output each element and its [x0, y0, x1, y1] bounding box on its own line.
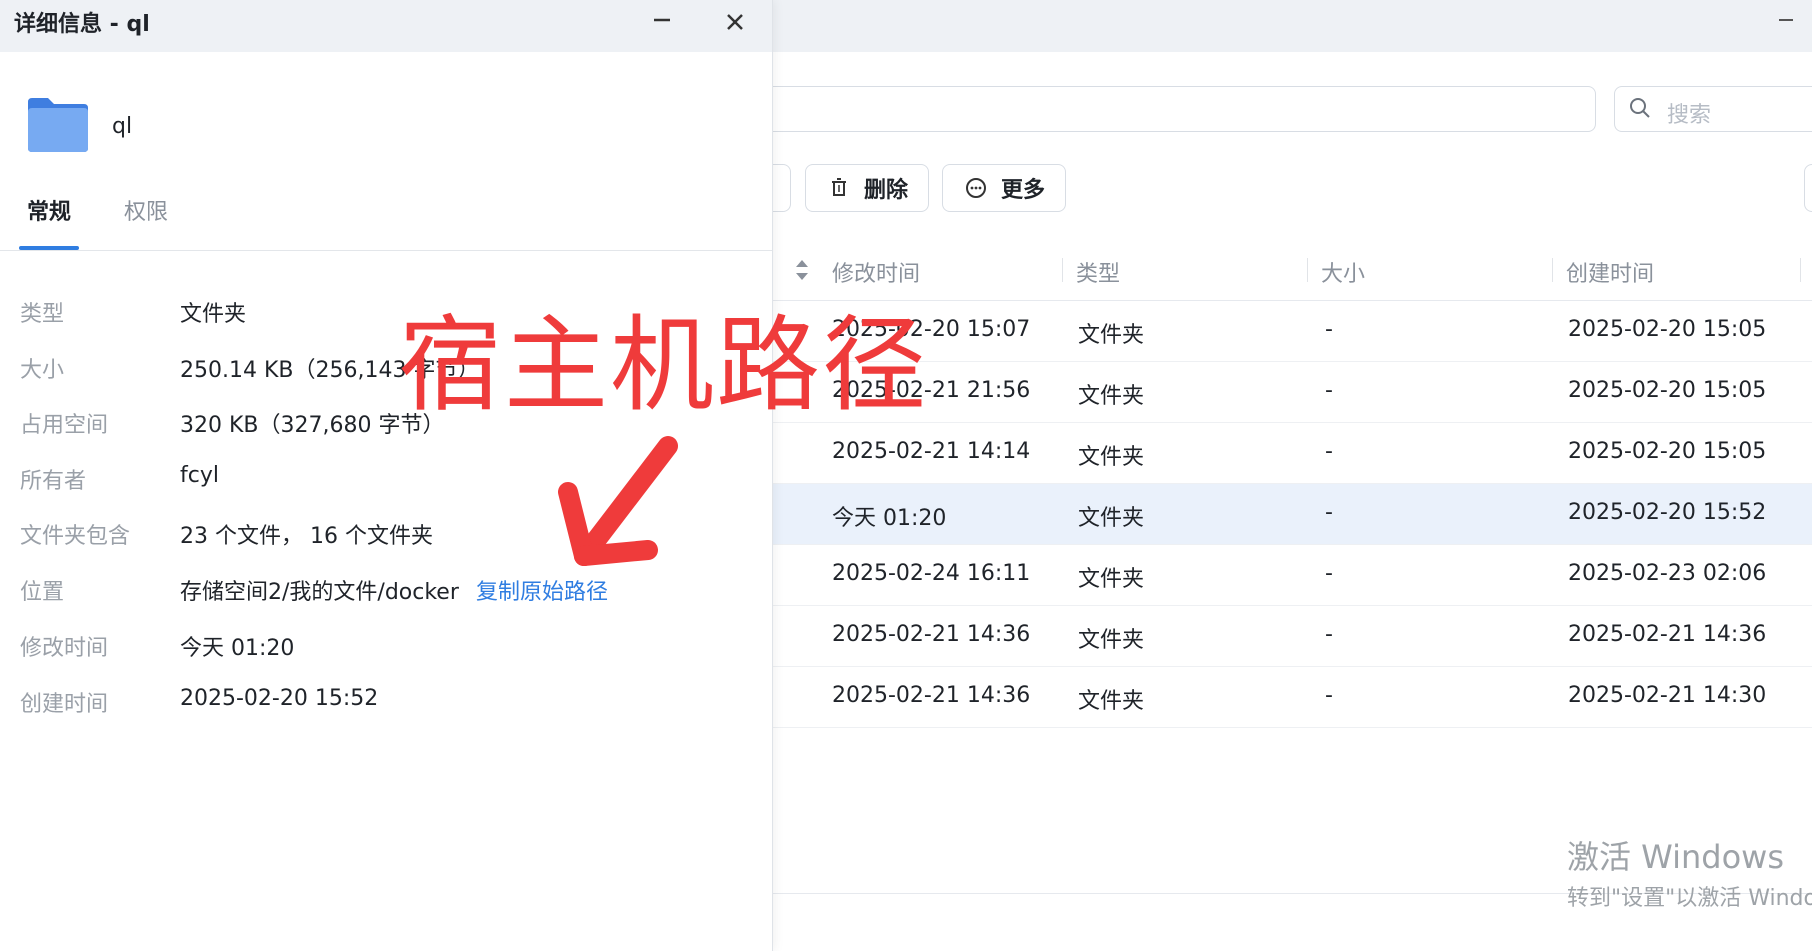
active-tab-indicator — [19, 246, 79, 250]
more-button-label: 更多 — [1001, 178, 1046, 203]
property-label: 所有者 — [20, 469, 87, 494]
cell-modified: 2025-02-21 14:36 — [832, 622, 1031, 647]
cell-modified: 2025-02-24 16:11 — [832, 561, 1031, 586]
cell-type: 文件夹 — [1078, 384, 1145, 409]
cell-type: 文件夹 — [1078, 323, 1145, 348]
table-row-selected[interactable]: 今天 01:20 文件夹 - 2025-02-20 15:52 — [770, 484, 1812, 545]
more-icon — [966, 178, 986, 198]
tab-permissions[interactable]: 权限 — [124, 194, 168, 226]
delete-button[interactable]: 删除 — [805, 164, 929, 212]
property-label: 创建时间 — [20, 692, 109, 717]
cell-created: 2025-02-20 15:05 — [1568, 317, 1767, 342]
table-row[interactable]: 2025-02-21 14:36 文件夹 - 2025-02-21 14:30 — [770, 667, 1812, 728]
tab-bar: 常规 权限 — [0, 190, 772, 251]
cell-type: 文件夹 — [1078, 567, 1145, 592]
property-value: 2025-02-20 15:52 — [180, 686, 379, 711]
cell-created: 2025-02-21 14:36 — [1568, 622, 1767, 647]
annotation-text: 宿主机路径 — [398, 304, 929, 426]
property-label: 修改时间 — [20, 636, 109, 661]
tab-general[interactable]: 常规 — [27, 194, 71, 226]
more-button[interactable]: 更多 — [942, 164, 1066, 212]
property-label: 位置 — [20, 580, 65, 605]
cell-created: 2025-02-20 15:05 — [1568, 378, 1767, 403]
cell-type: 文件夹 — [1078, 689, 1145, 714]
dialog-titlebar[interactable]: 详细信息 - ql — [0, 0, 772, 52]
cell-type: 文件夹 — [1078, 628, 1145, 653]
property-value: 存储空间2/我的文件/docker — [180, 580, 459, 605]
cell-size: - — [1325, 561, 1333, 586]
property-label: 类型 — [20, 302, 65, 327]
cell-modified: 今天 01:20 — [832, 506, 947, 531]
cell-size: - — [1325, 622, 1333, 647]
column-divider[interactable] — [1552, 258, 1553, 282]
cell-size: - — [1325, 683, 1333, 708]
minimize-icon[interactable] — [648, 0, 676, 40]
table-row[interactable]: 2025-02-24 16:11 文件夹 - 2025-02-23 02:06 — [770, 545, 1812, 606]
delete-button-label: 删除 — [864, 178, 909, 203]
property-label: 文件夹包含 — [20, 524, 131, 549]
column-divider[interactable] — [1800, 258, 1801, 282]
cell-modified: 2025-02-21 14:36 — [832, 683, 1031, 708]
activation-watermark-title: 激活 Windows — [1567, 838, 1785, 876]
column-divider[interactable] — [1062, 258, 1063, 282]
cell-size: - — [1325, 439, 1333, 464]
cell-size: - — [1325, 378, 1333, 403]
property-value: 今天 01:20 — [180, 636, 295, 661]
column-header-size[interactable]: 大小 — [1321, 256, 1365, 288]
sort-icon[interactable] — [795, 258, 809, 282]
cell-type: 文件夹 — [1078, 445, 1145, 470]
trash-icon — [832, 178, 846, 196]
dialog-title: 详细信息 - ql — [14, 12, 150, 37]
search-input[interactable]: 搜索 — [1667, 97, 1711, 129]
property-label: 大小 — [20, 358, 65, 383]
property-value: 23 个文件， 16 个文件夹 — [180, 524, 433, 549]
column-header-type[interactable]: 类型 — [1076, 256, 1120, 288]
table-row[interactable]: 2025-02-21 14:14 文件夹 - 2025-02-20 15:05 — [770, 423, 1812, 484]
table-row[interactable]: 2025-02-21 14:36 文件夹 - 2025-02-21 14:36 — [770, 606, 1812, 667]
close-icon[interactable] — [720, 4, 750, 38]
search-icon — [1630, 98, 1650, 118]
cell-created: 2025-02-20 15:52 — [1568, 500, 1767, 525]
toolbar-button[interactable] — [1804, 164, 1812, 212]
folder-name: ql — [112, 114, 133, 139]
property-value: 文件夹 — [180, 302, 247, 327]
column-divider[interactable] — [1307, 258, 1308, 282]
cell-modified: 2025-02-21 14:14 — [832, 439, 1031, 464]
annotation-arrow-icon — [558, 436, 678, 566]
search-box[interactable]: 搜索 — [1614, 86, 1812, 132]
activation-watermark-subtitle: 转到"设置"以激活 Windows — [1567, 886, 1812, 911]
property-label: 占用空间 — [20, 413, 109, 438]
minimize-icon[interactable] — [1778, 6, 1794, 34]
cell-created: 2025-02-23 02:06 — [1568, 561, 1767, 586]
cell-size: - — [1325, 317, 1333, 342]
cell-size: - — [1325, 500, 1333, 525]
column-header-created[interactable]: 创建时间 — [1566, 256, 1654, 288]
property-value: fcyl — [180, 463, 219, 488]
cell-created: 2025-02-20 15:05 — [1568, 439, 1767, 464]
cell-created: 2025-02-21 14:30 — [1568, 683, 1767, 708]
cell-type: 文件夹 — [1078, 506, 1145, 531]
path-bar[interactable] — [760, 86, 1596, 132]
folder-icon — [28, 98, 88, 152]
